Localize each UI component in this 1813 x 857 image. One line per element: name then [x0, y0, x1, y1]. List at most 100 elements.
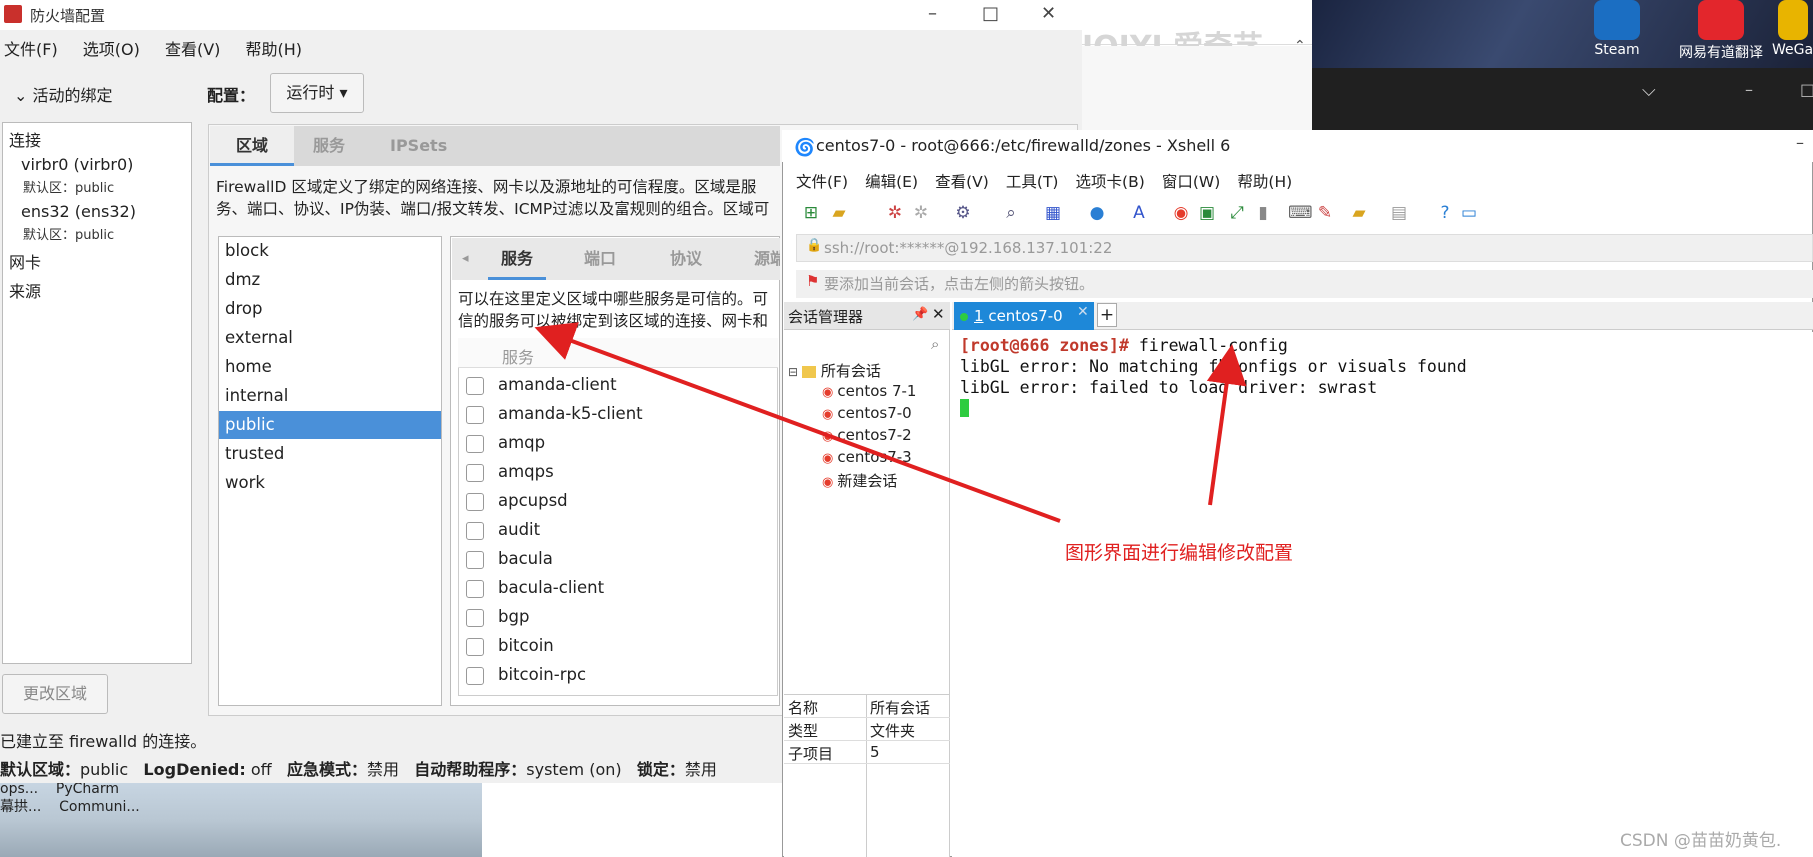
zone-item[interactable]: drop: [219, 295, 441, 323]
tab-ipsets[interactable]: IPSets: [390, 126, 447, 166]
service-row[interactable]: amanda-k5-client: [466, 404, 643, 428]
service-checkbox[interactable]: [466, 376, 484, 395]
service-checkbox[interactable]: [466, 666, 484, 685]
new-session-icon[interactable]: ⊞: [800, 202, 822, 224]
service-row[interactable]: bacula: [466, 549, 553, 573]
desktop-icon-wegame[interactable]: WeGa: [1772, 0, 1813, 58]
service-row[interactable]: bgp: [466, 607, 529, 631]
session-item[interactable]: ◉ 新建会话: [822, 470, 897, 491]
session-item[interactable]: ◉ centos7-2: [822, 426, 912, 444]
help-icon[interactable]: ?: [1434, 202, 1456, 224]
reconnect-icon[interactable]: ✲: [884, 202, 906, 224]
connection-item[interactable]: ens32 (ens32): [21, 202, 136, 221]
address-text[interactable]: ssh://root:******@192.168.137.101:22: [824, 239, 1112, 257]
close-icon[interactable]: ✕: [932, 305, 945, 323]
service-checkbox[interactable]: [466, 521, 484, 540]
maximize-icon[interactable]: □: [982, 3, 999, 24]
properties-icon[interactable]: ⚙: [952, 202, 974, 224]
minimize-icon[interactable]: –: [1745, 80, 1753, 99]
zone-item-selected[interactable]: public: [219, 411, 441, 439]
menu-window[interactable]: 窗口(W): [1162, 170, 1220, 192]
highlight-icon[interactable]: ✎: [1314, 202, 1336, 224]
subtab-services[interactable]: 服务: [488, 238, 546, 280]
minimize-icon[interactable]: –: [1796, 133, 1804, 152]
change-zone-button[interactable]: 更改区域: [2, 674, 108, 714]
menu-file[interactable]: 文件(F): [796, 170, 848, 192]
session-item[interactable]: ◉ centos7-0: [822, 404, 912, 422]
new-tab-button[interactable]: +: [1097, 303, 1117, 327]
pin-icon[interactable]: 📌: [912, 307, 928, 322]
active-bindings-toggle[interactable]: ⌄ 活动的绑定: [14, 82, 113, 106]
service-checkbox[interactable]: [466, 550, 484, 569]
fullscreen-icon[interactable]: ⤢: [1226, 202, 1248, 224]
font-icon[interactable]: A: [1128, 202, 1150, 224]
open-folder-icon[interactable]: ▰: [828, 202, 850, 224]
connections-header[interactable]: 连接: [9, 127, 41, 151]
source-header[interactable]: 来源: [9, 278, 41, 302]
service-row[interactable]: apcupsd: [466, 491, 568, 515]
zone-item[interactable]: dmz: [219, 266, 441, 294]
minimize-icon[interactable]: –: [928, 3, 937, 24]
service-row[interactable]: amqp: [466, 433, 545, 457]
menu-tools[interactable]: 工具(T): [1006, 170, 1059, 192]
subtab-source-ports[interactable]: 源端: [754, 238, 780, 280]
close-tab-icon[interactable]: ✕: [1077, 304, 1089, 320]
menu-file[interactable]: 文件(F): [4, 36, 58, 60]
session-item[interactable]: ◉ centos 7-1: [822, 382, 916, 400]
service-checkbox[interactable]: [466, 492, 484, 511]
subtab-protocols[interactable]: 协议: [670, 238, 702, 280]
add-folder-icon[interactable]: ▰: [1348, 202, 1370, 224]
xftp-icon[interactable]: ▣: [1196, 202, 1218, 224]
service-row[interactable]: amanda-client: [466, 375, 617, 399]
menu-help[interactable]: 帮助(H): [1237, 170, 1292, 192]
menu-options[interactable]: 选项(O): [83, 36, 140, 60]
service-checkbox[interactable]: [466, 463, 484, 482]
services-column-header[interactable]: 服务: [502, 344, 534, 368]
tab-zones[interactable]: 区域: [210, 126, 295, 166]
tree-folder-all-sessions[interactable]: ⊟ 所有会话: [788, 360, 881, 381]
zone-item[interactable]: trusted: [219, 440, 441, 468]
service-row[interactable]: audit: [466, 520, 540, 544]
service-checkbox[interactable]: [466, 608, 484, 627]
config-dropdown[interactable]: 运行时 ▾: [270, 73, 364, 113]
menu-view[interactable]: 查看(V): [935, 170, 989, 192]
service-checkbox[interactable]: [466, 579, 484, 598]
desktop-icon-youdao[interactable]: 网易有道翻译: [1678, 0, 1764, 62]
transfer-icon[interactable]: ▦: [1042, 202, 1064, 224]
bookmark-flag-icon[interactable]: ⚑: [806, 272, 819, 290]
disconnect-icon[interactable]: ✲: [910, 202, 932, 224]
nic-header[interactable]: 网卡: [9, 249, 41, 273]
zone-item[interactable]: home: [219, 353, 441, 381]
session-item[interactable]: ◉ centos7-3: [822, 448, 912, 466]
tab-services[interactable]: 服务: [313, 126, 345, 166]
zone-item[interactable]: internal: [219, 382, 441, 410]
menu-view[interactable]: 查看(V): [165, 36, 220, 60]
menu-tabs[interactable]: 选项卡(B): [1076, 170, 1145, 192]
menu-help[interactable]: 帮助(H): [246, 36, 303, 60]
chat-icon[interactable]: ▭: [1458, 202, 1480, 224]
service-row[interactable]: bacula-client: [466, 578, 604, 602]
menu-edit[interactable]: 编辑(E): [865, 170, 918, 192]
maximize-icon[interactable]: □: [1800, 80, 1813, 99]
terminal-area[interactable]: [952, 332, 1813, 857]
service-row[interactable]: amqps: [466, 462, 554, 486]
zone-item[interactable]: work: [219, 469, 441, 497]
search-icon[interactable]: ⌕: [931, 335, 939, 353]
lock-icon[interactable]: ▮: [1252, 202, 1274, 224]
keyboard-icon[interactable]: ⌨: [1288, 202, 1313, 224]
chevron-down-icon[interactable]: ⌵: [1642, 80, 1656, 101]
service-checkbox[interactable]: [466, 434, 484, 453]
service-row[interactable]: bitcoin: [466, 636, 554, 660]
xshell-icon[interactable]: ◉: [1170, 202, 1192, 224]
desktop-icon-steam[interactable]: Steam: [1582, 0, 1652, 58]
subtab-ports[interactable]: 端口: [584, 238, 616, 280]
service-checkbox[interactable]: [466, 637, 484, 656]
zone-item[interactable]: external: [219, 324, 441, 352]
globe-icon[interactable]: ●: [1086, 202, 1108, 224]
find-icon[interactable]: ⌕: [1000, 202, 1022, 224]
service-checkbox[interactable]: [466, 405, 484, 424]
tab-scroll-left-icon[interactable]: ◂: [462, 238, 469, 280]
connection-item[interactable]: virbr0 (virbr0): [21, 155, 133, 174]
zone-item[interactable]: block: [219, 237, 441, 265]
terminal-tab-active[interactable]: 1 centos7-0: [954, 302, 1094, 330]
